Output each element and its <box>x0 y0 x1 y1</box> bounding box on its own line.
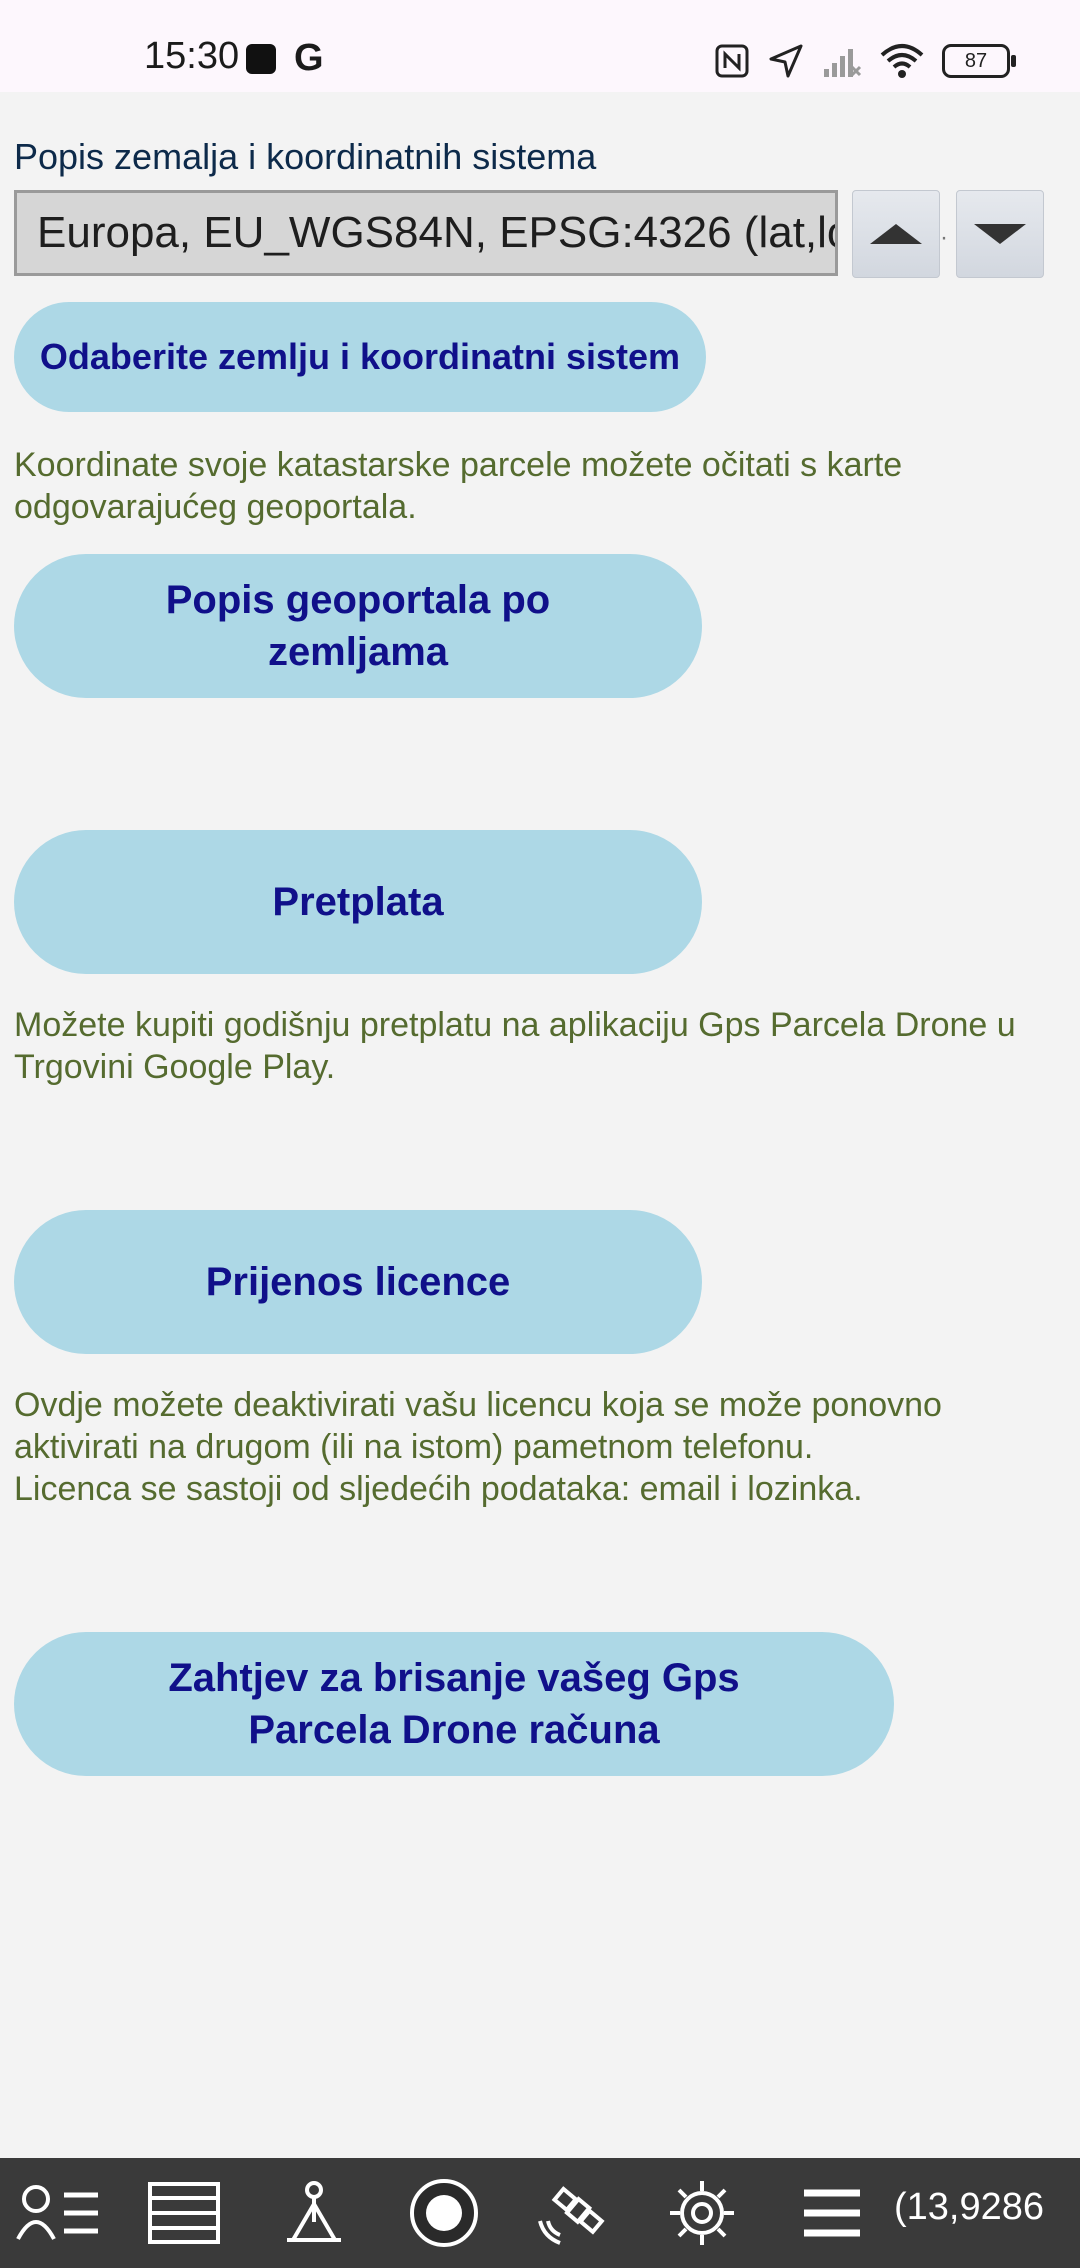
scroll-down-button[interactable] <box>956 190 1044 278</box>
location-arrow-icon <box>769 44 803 78</box>
status-icons: 87 <box>714 38 1016 84</box>
signal-off-icon <box>824 49 862 77</box>
geoportal-list-button[interactable]: Popis geoportala po zemljama <box>14 554 702 698</box>
subscription-button-label: Pretplata <box>272 879 444 924</box>
license-transfer-button[interactable]: Prijenos licence <box>14 1210 702 1354</box>
scroll-up-button[interactable] <box>852 190 940 278</box>
arrow-down-icon <box>974 224 1026 244</box>
nfc-icon <box>715 44 749 78</box>
license-description-line1: Ovdje možete deaktivirati vašu licencu k… <box>14 1386 942 1466</box>
divider: · <box>940 224 948 251</box>
status-bar: 15:30 G 87 <box>0 0 1080 92</box>
google-icon: G <box>294 37 324 79</box>
coordinates-readout: (13,9286 <box>894 2186 1045 2228</box>
arrow-up-icon <box>870 224 922 244</box>
delete-button-line1: Zahtjev za brisanje vašeg Gps <box>168 1656 740 1700</box>
geoportal-button-line1: Popis geoportala po <box>165 578 551 622</box>
license-description-line2: Licenca se sastoji od sljedećih podataka… <box>14 1470 863 1508</box>
choose-country-system-button[interactable]: Odaberite zemlju i koordinatni sistem <box>14 302 706 412</box>
layers-icon[interactable] <box>138 2173 230 2253</box>
notification-square-icon <box>246 44 276 74</box>
bottom-toolbar: (13,9286 <box>0 2158 1080 2268</box>
coordinate-systems-label: Popis zemalja i koordinatnih sistema <box>14 136 597 177</box>
wifi-icon <box>880 44 924 78</box>
user-list-icon[interactable] <box>12 2173 104 2253</box>
record-icon[interactable] <box>398 2173 490 2253</box>
surveyor-icon[interactable] <box>268 2173 360 2253</box>
license-button-label: Prijenos licence <box>205 1259 511 1304</box>
license-description: Ovdje možete deaktivirati vašu licencu k… <box>14 1384 1014 1510</box>
delete-account-button[interactable]: Zahtjev za brisanje vašeg Gps Parcela Dr… <box>14 1632 894 1776</box>
battery-icon: 87 <box>942 44 1016 78</box>
subscription-description: Možete kupiti godišnju pretplatu na apli… <box>14 1006 1016 1086</box>
menu-icon[interactable] <box>786 2173 878 2253</box>
gear-icon[interactable] <box>656 2173 748 2253</box>
satellite-icon[interactable] <box>528 2173 620 2253</box>
delete-button-line2: Parcela Drone računa <box>248 1708 660 1752</box>
coordinate-system-select[interactable]: Europa, EU_WGS84N, EPSG:4326 (lat,lon) <box>14 190 838 276</box>
status-time: 15:30 <box>144 35 240 77</box>
subscription-button[interactable]: Pretplata <box>14 830 702 974</box>
geoportal-description: Koordinate svoje katastarske parcele mož… <box>14 446 903 526</box>
geoportal-button-line2: zemljama <box>267 630 449 674</box>
choose-button-label: Odaberite zemlju i koordinatni sistem <box>39 336 681 377</box>
